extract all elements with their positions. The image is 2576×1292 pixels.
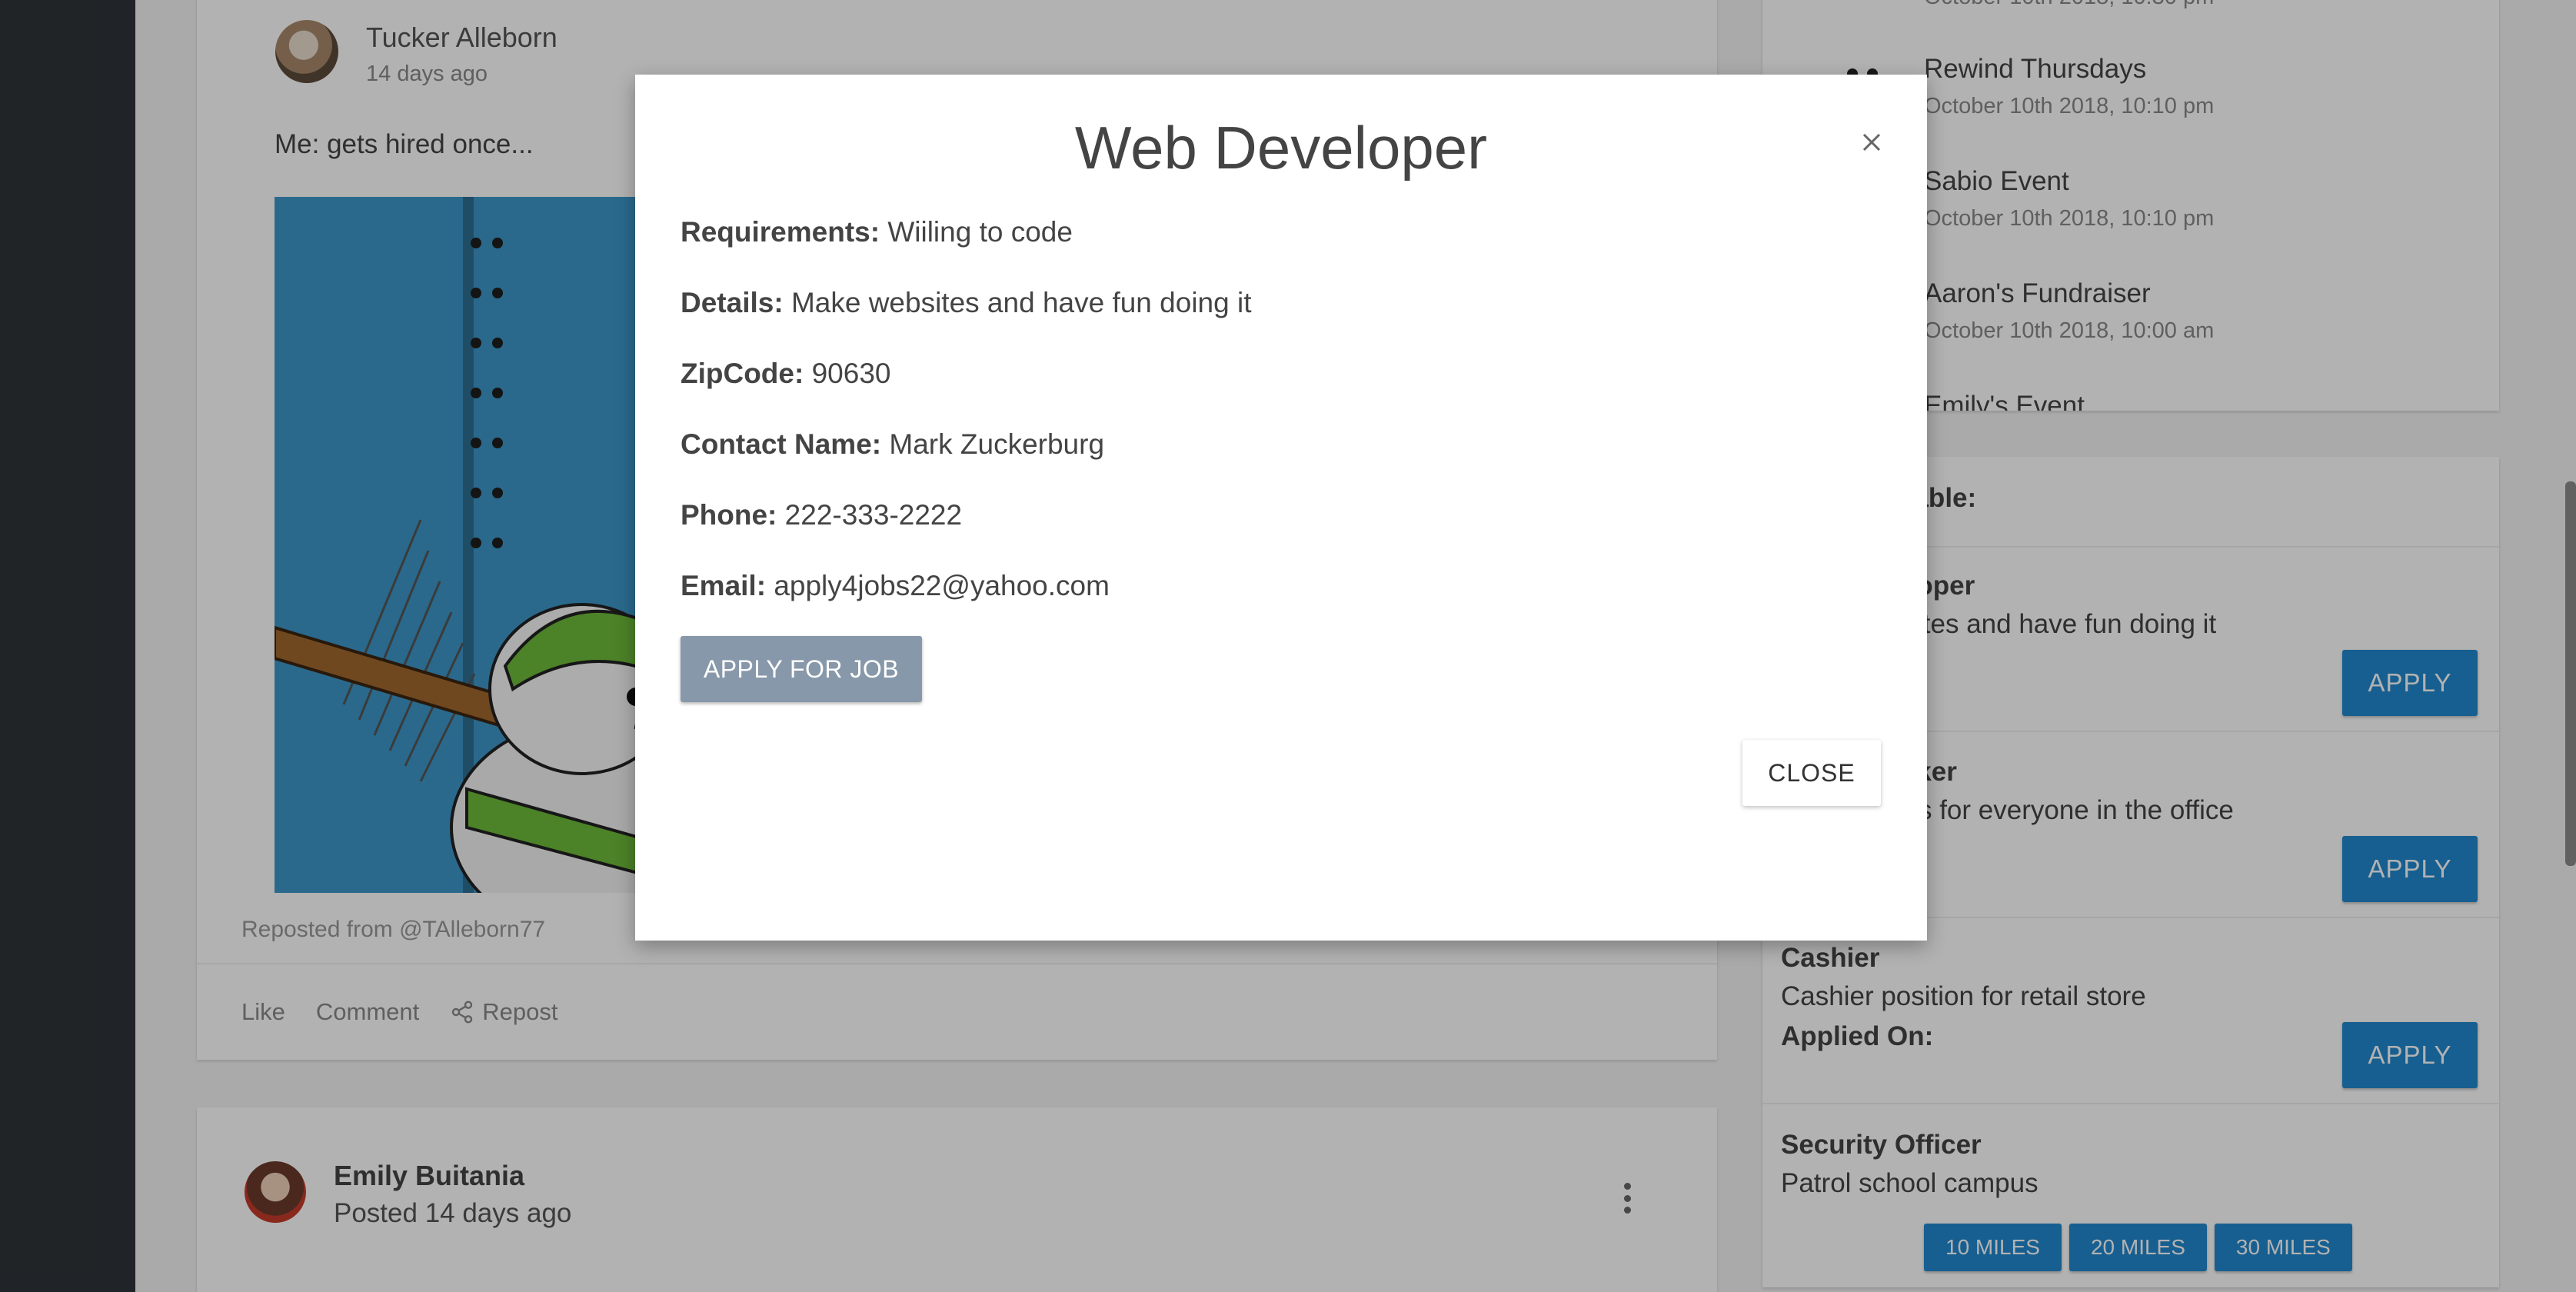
field-value: 90630: [811, 358, 891, 389]
field-label: Requirements:: [681, 216, 880, 248]
field-label: Details:: [681, 287, 784, 318]
field-value: 222-333-2222: [784, 499, 963, 531]
field-value: Mark Zuckerburg: [889, 428, 1105, 460]
field-value: Make websites and have fun doing it: [790, 287, 1252, 318]
close-button[interactable]: CLOSE: [1742, 740, 1881, 806]
phone-field: Phone: 222-333-2222: [681, 499, 962, 531]
field-value: Wiiling to code: [887, 216, 1073, 248]
field-value: apply4jobs22@yahoo.com: [774, 570, 1110, 601]
details-field: Details: Make websites and have fun doin…: [681, 287, 1251, 319]
close-icon[interactable]: [1858, 128, 1885, 156]
requirements-field: Requirements: Wiiling to code: [681, 216, 1073, 248]
field-label: Contact Name:: [681, 428, 882, 460]
apply-for-job-button[interactable]: APPLY FOR JOB: [681, 636, 922, 702]
job-details-modal: Web Developer Requirements: Wiiling to c…: [635, 75, 1927, 941]
contact-name-field: Contact Name: Mark Zuckerburg: [681, 428, 1104, 461]
zipcode-field: ZipCode: 90630: [681, 358, 890, 390]
field-label: Email:: [681, 570, 767, 601]
field-label: ZipCode:: [681, 358, 804, 389]
email-field: Email: apply4jobs22@yahoo.com: [681, 570, 1110, 602]
modal-title: Web Developer: [1074, 114, 1488, 181]
field-label: Phone:: [681, 499, 777, 531]
